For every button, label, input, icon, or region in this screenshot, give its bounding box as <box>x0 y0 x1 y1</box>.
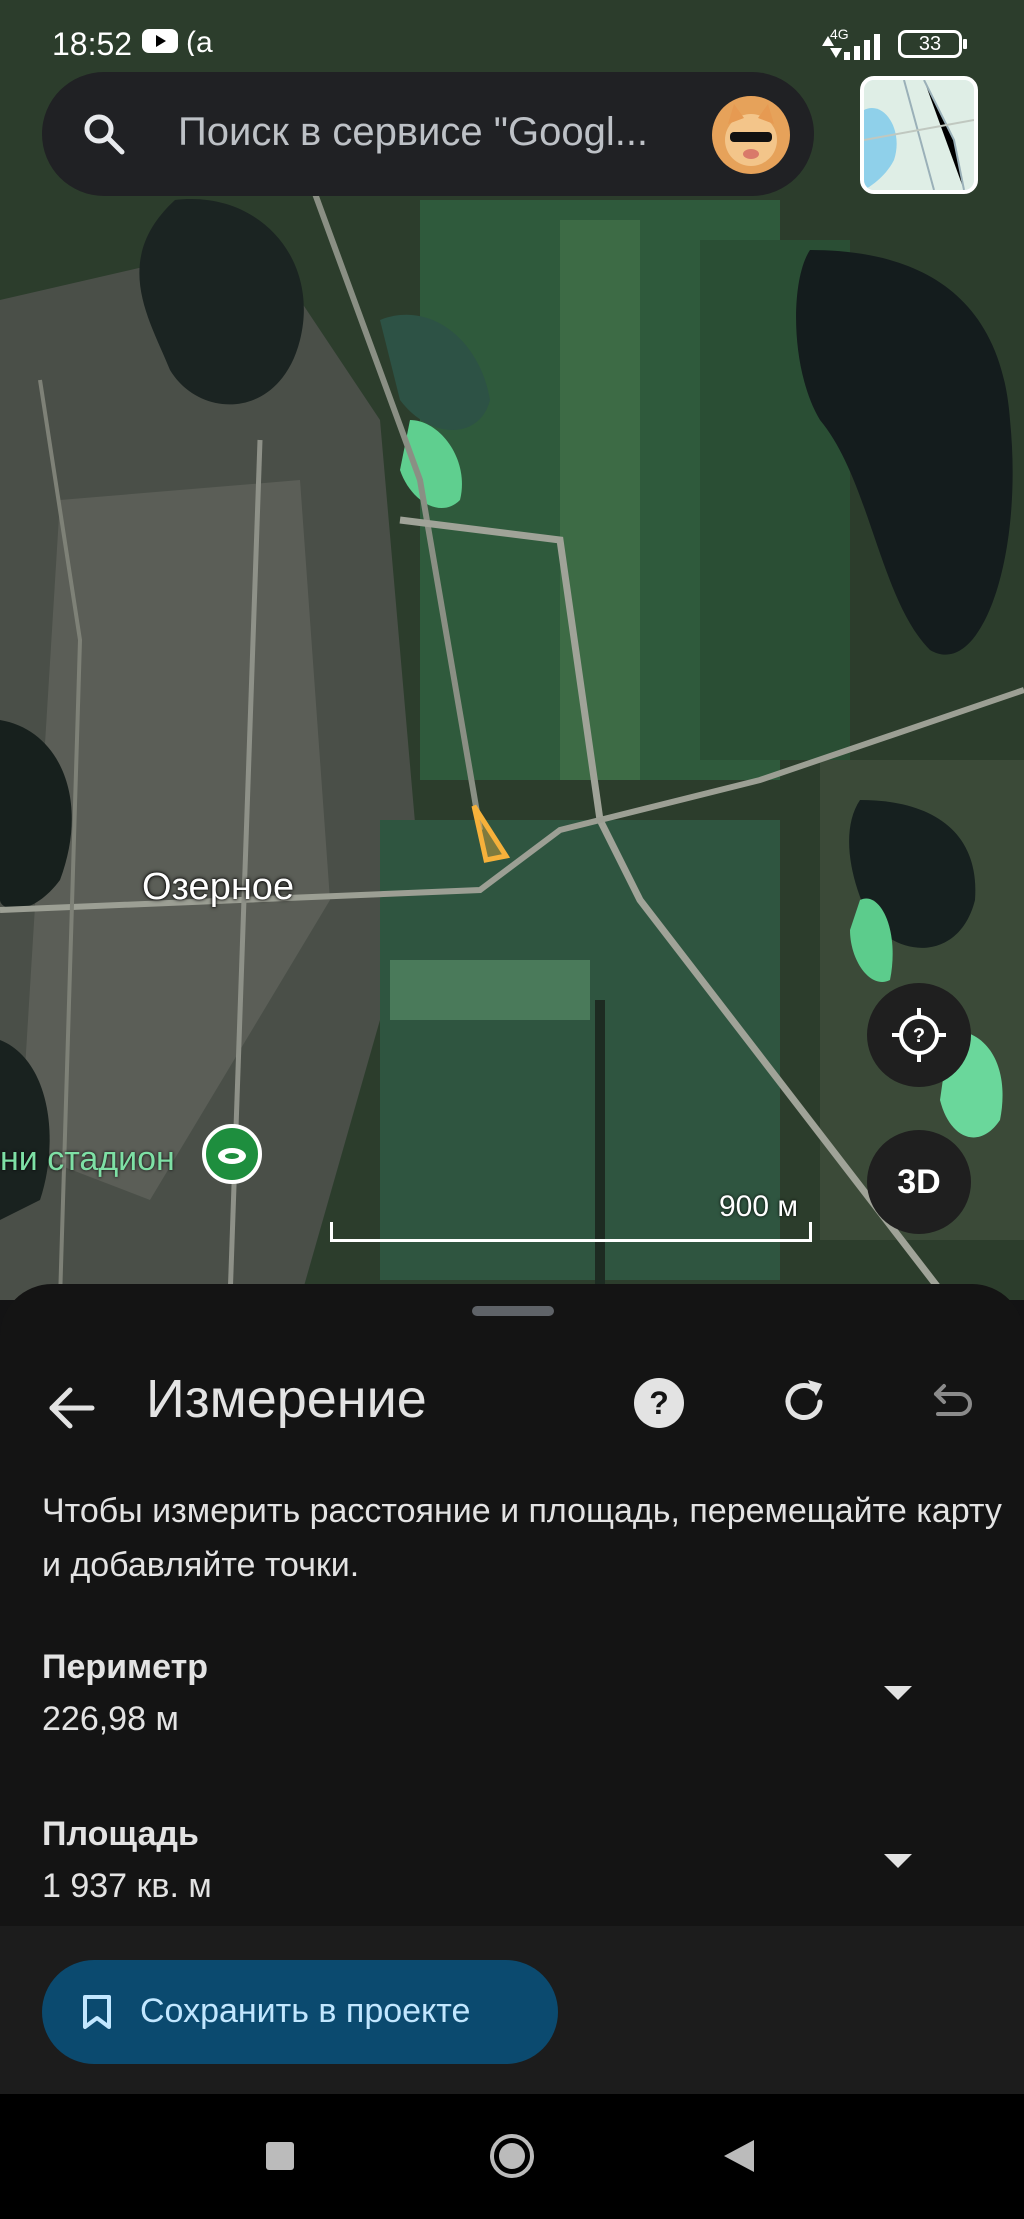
svg-text:?: ? <box>913 1025 925 1047</box>
bookmark-icon <box>83 1995 111 2029</box>
avatar[interactable] <box>712 96 790 174</box>
area-label: Площадь <box>42 1815 199 1853</box>
account-avatar-icon <box>725 104 777 166</box>
app-icon: (a <box>186 26 213 56</box>
search-icon <box>84 114 125 155</box>
search-bar[interactable]: Поиск в сервисе "Googl... <box>42 72 814 196</box>
area-value: 1 937 кв. м <box>42 1867 212 1905</box>
place-label[interactable]: Озерное <box>142 866 294 909</box>
poi-label[interactable]: ни стадион <box>0 1140 175 1179</box>
search-input[interactable]: Поиск в сервисе "Googl... <box>178 110 648 155</box>
status-bar: 18:52 (a 4G 33 <box>0 0 1024 80</box>
measure-hint: Чтобы измерить расстояние и площадь, пер… <box>42 1492 1002 1584</box>
sheet-title: Измерение <box>146 1369 427 1429</box>
map-scale: 900 м <box>330 1190 812 1242</box>
scale-label: 900 м <box>718 1190 798 1223</box>
status-time: 18:52 <box>52 26 133 62</box>
sheet-drag-handle[interactable] <box>472 1306 554 1316</box>
sheet-footer: Сохранить в проекте <box>0 1926 1024 2094</box>
save-to-project-button[interactable]: Сохранить в проекте <box>42 1960 558 2064</box>
layers-icon <box>864 80 974 190</box>
back-nav-icon[interactable] <box>722 2138 756 2174</box>
undo-icon[interactable] <box>924 1376 974 1426</box>
save-label: Сохранить в проекте <box>140 1992 471 2030</box>
question-target-icon: ? <box>892 1008 946 1062</box>
help-icon[interactable]: ? <box>632 1376 686 1430</box>
chevron-down-icon[interactable] <box>884 1854 912 1868</box>
refresh-icon[interactable] <box>776 1374 832 1430</box>
youtube-icon <box>142 29 178 53</box>
3d-toggle-button[interactable]: 3D <box>867 1130 971 1234</box>
stadium-pin-icon[interactable] <box>202 1124 262 1184</box>
svg-text:?: ? <box>649 1385 669 1421</box>
measure-sheet: Измерение ? Чтобы измерить расстояние и … <box>0 1284 1024 1936</box>
map-type-thumbnail[interactable] <box>860 76 978 194</box>
battery-icon: 33 <box>898 30 967 58</box>
recents-icon[interactable] <box>264 2140 296 2172</box>
back-arrow-icon[interactable] <box>46 1382 98 1434</box>
scale-bar <box>330 1222 812 1242</box>
home-icon[interactable] <box>488 2132 536 2180</box>
perimeter-label: Периметр <box>42 1648 209 1686</box>
perimeter-value: 226,98 м <box>42 1700 179 1738</box>
system-nav-bar <box>0 2094 1024 2219</box>
signal-icon <box>822 34 880 60</box>
chevron-down-icon[interactable] <box>884 1686 912 1700</box>
my-location-button[interactable]: ? <box>867 983 971 1087</box>
svg-text:(a: (a <box>186 26 213 56</box>
